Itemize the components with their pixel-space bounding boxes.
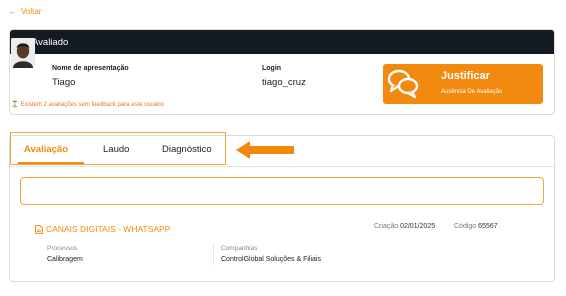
document-icon bbox=[35, 224, 43, 234]
column-divider bbox=[213, 243, 214, 265]
evaluated-header: Avaliado bbox=[10, 30, 554, 54]
code-value: 65567 bbox=[478, 223, 498, 230]
back-label: Voltar bbox=[21, 7, 42, 16]
chat-bubbles-icon bbox=[387, 69, 419, 99]
justify-subtitle: Ausência De Avaliação bbox=[441, 89, 503, 95]
login-value: tiago_cruz bbox=[262, 77, 306, 88]
code-info: Código 65567 bbox=[454, 223, 498, 230]
display-name-value: Tiago bbox=[52, 77, 76, 88]
display-name-label: Nome de apresentação bbox=[52, 65, 129, 72]
arrow-left-icon bbox=[236, 141, 294, 159]
creation-info: Criação 02/01/2025 bbox=[374, 223, 435, 230]
process-label: Processos bbox=[47, 245, 78, 252]
tabs-highlight-box bbox=[10, 132, 226, 165]
filter-panel[interactable] bbox=[20, 177, 544, 205]
arrow-left-icon: ← bbox=[8, 6, 17, 16]
login-label: Login bbox=[262, 65, 282, 72]
evaluated-title: Avaliado bbox=[32, 36, 69, 48]
evaluation-title: CANAIS DIGITAIS - WHATSAPP bbox=[46, 224, 171, 234]
code-label: Código bbox=[454, 223, 477, 230]
creation-value: 02/01/2025 bbox=[400, 223, 436, 230]
creation-label: Criação bbox=[374, 223, 399, 230]
company-label: Companhias bbox=[221, 245, 258, 252]
feedback-warning: ⌛ Existem 2 avaliações sem feedback para… bbox=[11, 101, 164, 109]
hourglass-icon: ⌛ bbox=[11, 102, 19, 108]
company-value: ControlGlobal Soluções & Filiais bbox=[221, 256, 321, 263]
back-link[interactable]: ← Voltar bbox=[8, 6, 42, 17]
avatar bbox=[11, 38, 35, 68]
feedback-warning-text: Existem 2 avaliações sem feedback para e… bbox=[20, 101, 164, 108]
process-value: Calibragem bbox=[47, 256, 83, 263]
evaluation-title-link[interactable]: CANAIS DIGITAIS - WHATSAPP bbox=[35, 224, 170, 234]
justify-title: Justificar bbox=[441, 70, 490, 82]
justify-button[interactable]: Justificar Ausência De Avaliação bbox=[383, 64, 543, 104]
